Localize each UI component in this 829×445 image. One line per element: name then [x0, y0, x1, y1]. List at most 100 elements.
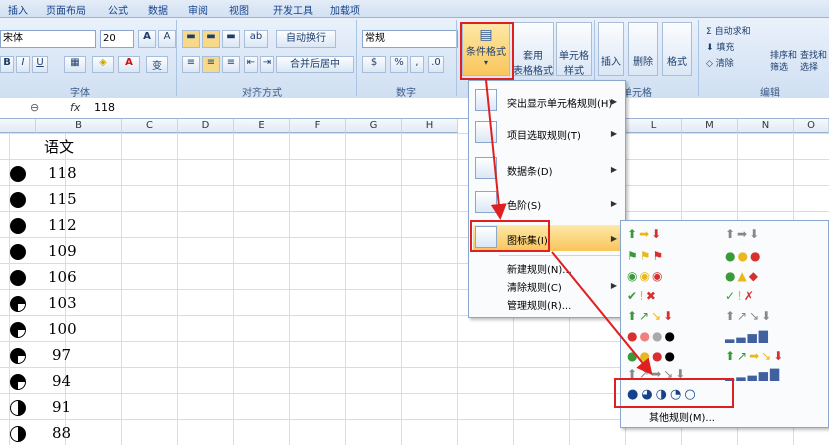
tab-formulas[interactable]: 公式 — [108, 2, 128, 17]
chevron-right-icon: ▶ — [610, 165, 617, 174]
tab-insert[interactable]: 插入 — [8, 2, 28, 17]
underline-button[interactable]: U — [32, 56, 48, 73]
fx-icon[interactable]: fx — [70, 101, 80, 114]
column-header-d[interactable]: D — [178, 119, 234, 133]
icon-set-4-ratings[interactable]: ▂▃▅▇ — [725, 329, 770, 343]
format-cells-button[interactable]: 格式 — [662, 22, 692, 76]
clear-button[interactable]: ◇ 清除 — [706, 56, 734, 69]
sort-filter-button[interactable]: 排序和 筛选 — [770, 50, 797, 74]
font-size-select[interactable]: 20 — [100, 30, 134, 48]
score-cell[interactable]: 100 — [48, 320, 77, 338]
align-right-button[interactable]: ≡ — [222, 56, 240, 73]
number-format-select[interactable]: 常规 — [362, 30, 458, 48]
cell-style-button[interactable]: 单元格 样式 — [556, 22, 592, 77]
table-format-button[interactable]: 套用 表格格式 — [512, 22, 554, 77]
score-cell[interactable]: 115 — [48, 190, 77, 208]
tab-review[interactable]: 审阅 — [188, 2, 208, 17]
column-header-b[interactable]: B — [36, 119, 122, 133]
conditional-format-menu: 突出显示单元格规则(H) ▶ 项目选取规则(T) ▶ 数据条(D) ▶ 色阶(S) ▶ … — [468, 80, 626, 318]
comma-button[interactable]: , — [410, 56, 424, 73]
icon-set-3-signs[interactable]: ●▲◆ — [725, 269, 760, 283]
increase-decimal-button[interactable]: .0 — [428, 56, 444, 73]
score-cell[interactable]: 103 — [48, 294, 77, 312]
quarter-icon — [10, 296, 26, 312]
icon-set-3-flags[interactable]: ⚑⚑⚑ — [627, 249, 665, 263]
icon-set-3-symbols[interactable]: ✓!✗ — [725, 289, 756, 303]
formula-input[interactable]: 118 — [94, 101, 115, 114]
align-middle-button[interactable]: ▬ — [202, 30, 220, 48]
font-color-button[interactable]: A — [118, 56, 140, 73]
align-left-button[interactable]: ≡ — [182, 56, 200, 73]
score-cell[interactable]: 91 — [52, 398, 71, 416]
grow-font-button[interactable]: A — [138, 30, 156, 48]
menu-item-color-scales[interactable]: 色阶(S) ▶ — [473, 191, 621, 215]
column-header-m[interactable]: M — [682, 119, 738, 133]
currency-button[interactable]: $ — [362, 56, 386, 73]
score-cell[interactable]: 88 — [52, 424, 71, 442]
icon-set-3-arrows-colored[interactable]: ⬆➡⬇ — [627, 227, 663, 241]
delete-cells-button[interactable]: 删除 — [628, 22, 658, 76]
tab-addins[interactable]: 加载项 — [330, 2, 360, 17]
tab-view[interactable]: 视图 — [229, 2, 249, 17]
icon-set-red-to-black[interactable]: ●●●● — [627, 329, 677, 343]
highlight-rules-icon — [475, 89, 497, 111]
font-name-select[interactable]: 宋体 — [0, 30, 96, 48]
autosum-button[interactable]: Σ 自动求和 — [706, 24, 751, 37]
icon-set-3-traffic-lights[interactable]: ●●● — [725, 249, 762, 263]
icon-set-3-arrows-gray[interactable]: ⬆➡⬇ — [725, 227, 761, 241]
icon-set-4-arrows-colored[interactable]: ⬆↗↘⬇ — [627, 309, 675, 323]
fill-color-button[interactable]: ◈ — [92, 56, 114, 73]
icon-set-4-arrows-gray[interactable]: ⬆↗↘⬇ — [725, 309, 773, 323]
phonetic-button[interactable]: 变 — [146, 56, 168, 73]
increase-indent-button[interactable]: ⇥ — [260, 56, 274, 73]
bold-button[interactable]: B — [0, 56, 14, 73]
column-header-h[interactable]: H — [402, 119, 458, 133]
menu-item-data-bars[interactable]: 数据条(D) ▶ — [473, 157, 621, 181]
quarter-icon — [10, 348, 26, 364]
icon-set-3-traffic-lights-rimmed[interactable]: ◉◉◉ — [627, 269, 664, 283]
icon-set-3-symbols-circled[interactable]: ✔!✖ — [627, 289, 658, 303]
align-center-button[interactable]: ≡ — [202, 56, 220, 73]
tab-data[interactable]: 数据 — [148, 2, 168, 17]
menu-item-highlight-rules[interactable]: 突出显示单元格规则(H) ▶ — [473, 89, 621, 113]
ribbon-tabs: 插入 页面布局 公式 数据 审阅 视图 开发工具 加载项 — [0, 0, 829, 18]
icon-set-4-traffic-lights[interactable]: ●●●● — [627, 349, 677, 363]
score-cell[interactable]: 94 — [52, 372, 71, 390]
column-header-o[interactable]: O — [794, 119, 829, 133]
score-cell[interactable]: 109 — [48, 242, 77, 260]
menu-item-top-bottom-rules[interactable]: 项目选取规则(T) ▶ — [473, 121, 621, 145]
column-header-g[interactable]: G — [346, 119, 402, 133]
score-cell[interactable]: 97 — [52, 346, 71, 364]
column-header-l[interactable]: L — [626, 119, 682, 133]
menu-item-manage-rules[interactable]: 管理规则(R)... — [473, 297, 621, 313]
more-rules-item[interactable]: 其他规则(M)... — [649, 409, 715, 424]
menu-item-new-rule[interactable]: 新建规则(N)... — [473, 261, 621, 277]
column-header-n[interactable]: N — [738, 119, 794, 133]
italic-button[interactable]: I — [16, 56, 30, 73]
name-box[interactable] — [0, 100, 28, 116]
separator — [698, 20, 699, 96]
tab-page-layout[interactable]: 页面布局 — [46, 2, 86, 17]
fill-button[interactable]: ⬇ 填充 — [706, 40, 734, 53]
icon-set-5-arrows-colored[interactable]: ⬆↗➡↘⬇ — [725, 349, 785, 363]
align-top-button[interactable]: ▬ — [182, 30, 200, 48]
score-cell[interactable]: 112 — [48, 216, 77, 234]
insert-cells-button[interactable]: 插入 — [598, 22, 624, 76]
merge-center-button[interactable]: 合并后居中 — [276, 56, 354, 73]
tab-developer[interactable]: 开发工具 — [273, 2, 313, 17]
find-select-button[interactable]: 查找和 选择 — [800, 50, 827, 74]
column-header-e[interactable]: E — [234, 119, 290, 133]
border-button[interactable]: ▦ — [64, 56, 86, 73]
column-header-c[interactable]: C — [122, 119, 178, 133]
shrink-font-button[interactable]: A — [158, 30, 176, 48]
column-header-f[interactable]: F — [290, 119, 346, 133]
align-bottom-button[interactable]: ▬ — [222, 30, 240, 48]
menu-item-clear-rules[interactable]: 清除规则(C) ▶ — [473, 279, 621, 295]
score-cell[interactable]: 106 — [48, 268, 77, 286]
wrap-text-button[interactable]: 自动换行 — [276, 30, 336, 48]
decrease-indent-button[interactable]: ⇤ — [244, 56, 258, 73]
header-cell[interactable]: 语文 — [44, 136, 74, 157]
orientation-button[interactable]: ab — [244, 30, 268, 48]
percent-button[interactable]: % — [390, 56, 408, 73]
score-cell[interactable]: 118 — [48, 164, 77, 182]
